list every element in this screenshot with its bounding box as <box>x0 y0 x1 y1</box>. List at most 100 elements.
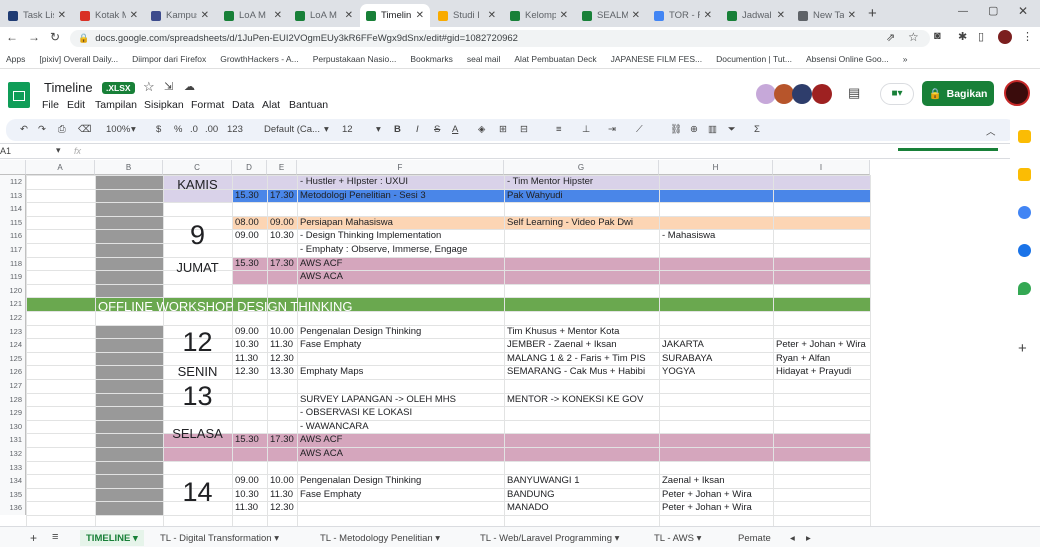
bookmark-item[interactable]: JAPANESE FILM FES... <box>611 54 702 64</box>
cell-text[interactable]: OFFLINE WORKSHOP DESIGN THINKING <box>95 300 353 314</box>
collaborator-avatar[interactable] <box>774 84 794 104</box>
camera-icon[interactable]: ◙ <box>934 30 941 42</box>
cell-text[interactable]: 11.30 <box>267 338 293 352</box>
cell-text[interactable]: Ryan + Alfan <box>773 352 830 366</box>
row-header[interactable]: 136 <box>0 501 26 515</box>
column-header[interactable]: F <box>297 160 504 175</box>
column-header[interactable]: C <box>163 160 232 175</box>
row-header[interactable]: 121 <box>0 297 26 311</box>
forward-icon[interactable]: → <box>28 30 40 44</box>
tasks-icon[interactable] <box>1018 206 1031 219</box>
cell-text[interactable]: JUMAT <box>163 260 232 276</box>
cell-text[interactable]: Self Learning - Video Pak Dwi <box>504 216 633 230</box>
url-input[interactable]: 🔒 docs.google.com/spreadsheets/d/1JuPen-… <box>70 30 930 47</box>
align-icon[interactable]: ≡ <box>556 124 562 135</box>
cell-text[interactable]: 15.30 <box>232 257 259 271</box>
cell-text[interactable]: 13 <box>163 381 232 411</box>
font-select[interactable]: Default (Ca... <box>264 124 320 135</box>
browser-menu-icon[interactable]: ⋮ <box>1022 30 1033 43</box>
close-tab-icon[interactable]: ✕ <box>130 10 138 21</box>
star-icon[interactable]: ☆ <box>908 30 919 44</box>
fill-color-icon[interactable]: ◈ <box>478 124 485 135</box>
row-header[interactable]: 132 <box>0 447 26 461</box>
menu-item[interactable]: Data <box>232 99 254 111</box>
cell-text[interactable]: SELASA <box>163 426 232 442</box>
cell-text[interactable]: 17.30 <box>267 257 294 271</box>
cell-text[interactable]: - Tim Mentor Hipster <box>504 175 593 189</box>
increase-decimal-button[interactable]: .00 <box>205 124 218 135</box>
bookmark-item[interactable]: Bookmarks <box>410 54 453 64</box>
menu-item[interactable]: Format <box>191 99 224 111</box>
row-header[interactable]: 133 <box>0 460 26 475</box>
minimize-icon[interactable]: — <box>958 6 968 17</box>
filter-icon[interactable]: ⏷ <box>728 124 736 135</box>
cell-text[interactable]: MALANG 1 & 2 - Faris + Tim PIS <box>504 352 646 366</box>
row-header[interactable]: 134 <box>0 474 26 488</box>
cell-text[interactable]: SEMARANG - Cak Mus + Habibi <box>504 365 645 379</box>
close-tab-icon[interactable]: ✕ <box>345 10 353 21</box>
row-header[interactable]: 129 <box>0 406 26 420</box>
row-header[interactable]: 114 <box>0 202 26 216</box>
column-header[interactable]: A <box>26 160 95 175</box>
cell-text[interactable]: 10.30 <box>232 338 259 352</box>
cell-text[interactable]: 09.00 <box>232 229 259 243</box>
maximize-icon[interactable]: ▢ <box>988 4 998 17</box>
browser-tab[interactable]: Kampus ✕ <box>145 4 215 27</box>
cell-text[interactable]: Tim Khusus + Mentor Kota <box>504 325 619 339</box>
browser-tab[interactable]: Jadwal ✕ <box>721 4 791 27</box>
functions-icon[interactable]: Σ <box>754 124 760 135</box>
scroll-right-icon[interactable]: ▸ <box>806 533 811 544</box>
menu-item[interactable]: Bantuan <box>289 99 328 111</box>
cell-text[interactable]: 10.30 <box>267 229 294 243</box>
bookmark-item[interactable]: Absensi Online Goo... <box>806 54 889 64</box>
bookmark-item[interactable]: Alat Pembuatan Deck <box>514 54 596 64</box>
cell-text[interactable]: 12.30 <box>267 501 294 515</box>
cell-text[interactable]: YOGYA <box>659 365 695 379</box>
row-header[interactable]: 118 <box>0 256 26 271</box>
row-header[interactable]: 124 <box>0 338 26 352</box>
scroll-left-icon[interactable]: ◂ <box>790 533 795 544</box>
row-header[interactable]: 113 <box>0 188 26 203</box>
cell-text[interactable]: - Mahasiswa <box>659 229 715 243</box>
bookmark-item[interactable]: Perpustakaan Nasio... <box>313 54 397 64</box>
row-header[interactable]: 117 <box>0 243 26 257</box>
close-tab-icon[interactable]: ✕ <box>488 10 496 21</box>
cell-text[interactable]: 12 <box>163 327 232 357</box>
percent-button[interactable]: % <box>174 124 182 135</box>
collapse-icon[interactable]: ︿ <box>986 124 996 138</box>
cell-text[interactable]: - Emphaty : Observe, Immerse, Engage <box>297 243 467 257</box>
cell-text[interactable]: Peter + Johan + Wira <box>659 501 752 515</box>
corner-header[interactable] <box>0 160 26 175</box>
cell-text[interactable]: Pak Wahyudi <box>504 189 563 203</box>
undo-icon[interactable]: ↶ <box>20 124 28 135</box>
cell-text[interactable]: MENTOR -> KONEKSI KE GOV <box>504 393 643 407</box>
row-header[interactable]: 122 <box>0 311 26 325</box>
cell-text[interactable]: SURABAYA <box>659 352 712 366</box>
move-icon[interactable]: ⇲ <box>164 80 173 93</box>
column-header[interactable]: D <box>232 160 267 175</box>
cell-text[interactable]: - Hustler + HIpster : UXUI <box>297 175 408 189</box>
browser-tab[interactable]: Timelin ✕ <box>360 4 430 27</box>
column-header[interactable]: G <box>504 160 659 175</box>
bookmark-item[interactable]: Apps <box>6 54 25 64</box>
star-doc-icon[interactable]: ☆ <box>143 79 155 95</box>
doc-title[interactable]: Timeline <box>44 80 93 95</box>
close-tab-icon[interactable]: ✕ <box>704 10 712 21</box>
cell-text[interactable]: - Design Thinking Implementation <box>297 229 441 243</box>
bookmark-item[interactable]: seal mail <box>467 54 501 64</box>
cell-text[interactable]: AWS ACF <box>297 433 342 447</box>
row-header[interactable]: 112 <box>0 175 26 189</box>
menu-item[interactable]: Sisipkan <box>144 99 184 111</box>
close-tab-icon[interactable]: ✕ <box>416 10 424 21</box>
row-header[interactable]: 123 <box>0 324 26 339</box>
cell-text[interactable]: Peter + Johan + Wira <box>773 338 866 352</box>
column-header[interactable]: B <box>95 160 163 175</box>
row-header[interactable]: 127 <box>0 379 26 393</box>
cell-text[interactable]: - OBSERVASI KE LOKASI <box>297 406 412 420</box>
bold-button[interactable]: B <box>394 124 401 135</box>
maps-icon[interactable] <box>1018 282 1031 295</box>
sheet-tab[interactable]: Pemate <box>738 533 771 544</box>
row-header[interactable]: 131 <box>0 433 26 447</box>
sheet-tab[interactable]: TL - Metodology Penelitian ▾ <box>320 533 440 544</box>
zoom-select[interactable]: 100% <box>106 124 130 135</box>
